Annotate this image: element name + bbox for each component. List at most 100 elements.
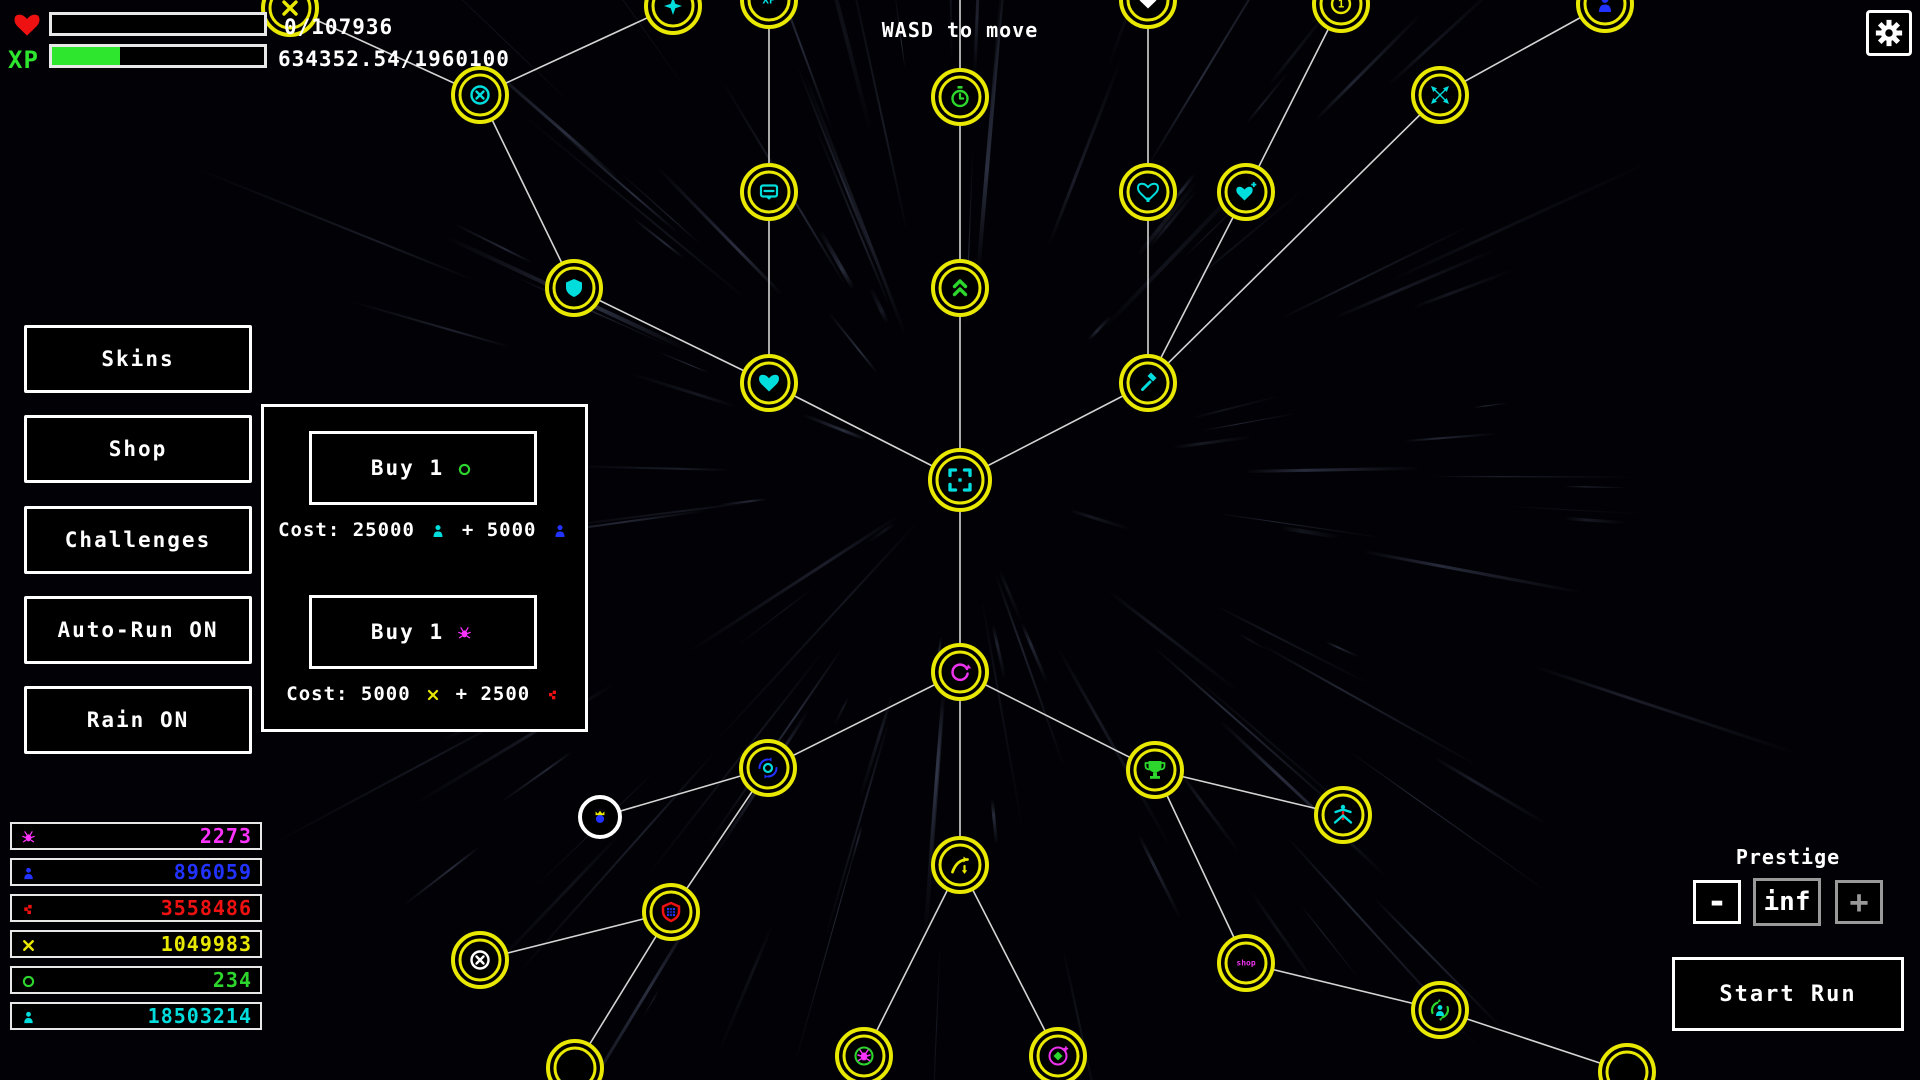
tree-edge [768, 672, 960, 768]
svg-text:1: 1 [1338, 0, 1345, 11]
tree-node-stopwatch[interactable] [933, 70, 987, 124]
menu-button-rain[interactable]: Rain ON [24, 686, 252, 754]
menu-button-shop[interactable]: Shop [24, 415, 252, 483]
prestige-minus-button[interactable]: - [1693, 880, 1741, 924]
tree-node-shieldheart[interactable] [547, 261, 601, 315]
tree-node-branch[interactable] [933, 838, 987, 892]
svg-text:shop: shop [1236, 959, 1255, 968]
blob-red-icon [20, 899, 37, 918]
tree-node-crownbug[interactable] [580, 797, 620, 837]
bug-magenta-icon [456, 620, 473, 644]
buy-1-magenta-button[interactable]: Buy 1 [309, 595, 537, 669]
menu-button-challenges[interactable]: Challenges [24, 506, 252, 574]
currency-value: 18503214 [148, 1004, 252, 1028]
tree-node-shieldgrid[interactable] [644, 885, 698, 939]
tree-node-chevrons[interactable] [933, 261, 987, 315]
tree-node-fourarrows[interactable] [1413, 68, 1467, 122]
currency-value: 3558486 [161, 896, 252, 920]
game-screen: XP1shop WASD to move 0/107936 XP 634352.… [0, 0, 1920, 1080]
xp-icon: XP [762, 0, 776, 7]
svg-text:XP: XP [762, 0, 776, 7]
currency-row: 2273 [10, 822, 262, 850]
currency-value: 234 [213, 968, 252, 992]
shop-popup: Buy 1 Cost: 25000 + 5000 Buy 1 Cost: 500… [261, 404, 588, 732]
tree-node-trophy[interactable] [1128, 743, 1182, 797]
tree-node-heartbroken[interactable] [1121, 165, 1175, 219]
person-cyan-icon [429, 520, 447, 542]
menu-button-skins[interactable]: Skins [24, 325, 252, 393]
tree-node-autorotate[interactable] [933, 645, 987, 699]
tree-node-gemring[interactable] [1031, 1029, 1085, 1080]
tree-edge [769, 383, 960, 480]
person-blue-icon [20, 863, 37, 882]
tree-edge [1440, 1010, 1627, 1072]
tree-edge [960, 672, 1155, 770]
tree-node-hammer[interactable] [1121, 356, 1175, 410]
cost-line-1: Cost: 25000 + 5000 [264, 519, 585, 542]
currency-row: 896059 [10, 858, 262, 886]
tree-node-splits[interactable] [1316, 788, 1370, 842]
tree-node-expand[interactable] [930, 450, 990, 510]
tree-node-visor[interactable] [742, 165, 796, 219]
tree-edge [960, 865, 1058, 1056]
gem-green-icon [20, 971, 37, 990]
currency-value: 2273 [200, 824, 252, 848]
x-yellow-icon [20, 935, 37, 954]
x-yellow-icon [425, 684, 441, 706]
xp-bar-fill [52, 47, 120, 65]
tree-edge [1246, 963, 1440, 1010]
tree-node-bugring[interactable] [837, 1029, 891, 1080]
person-cyan-icon [20, 1007, 37, 1026]
hp-heart-icon [12, 10, 42, 40]
tree-edge [864, 865, 960, 1056]
settings-button[interactable] [1866, 10, 1912, 56]
start-run-button[interactable]: Start Run [1672, 957, 1904, 1031]
cost-text: Cost: 5000 [286, 683, 410, 705]
tree-node-xcircle[interactable] [453, 68, 507, 122]
xp-label: XP [8, 46, 39, 74]
tree-node-plain[interactable] [548, 1041, 602, 1080]
tree-edge [1155, 770, 1246, 963]
xp-value: 634352.54/1960100 [278, 47, 510, 71]
cost-text: Cost: 25000 [278, 519, 415, 541]
shoptext-icon: shop [1236, 959, 1255, 968]
xp-bar [49, 44, 267, 68]
prestige-value: inf [1753, 878, 1821, 926]
tree-edge [1148, 95, 1440, 383]
blob-red-icon [545, 684, 561, 706]
buy-label: Buy 1 [371, 456, 444, 480]
tree-node-heart[interactable] [742, 356, 796, 410]
start-run-label: Start Run [1719, 982, 1856, 1007]
currency-value: 896059 [174, 860, 252, 884]
tree-node-orbit[interactable] [741, 741, 795, 795]
menu-label: Shop [109, 437, 168, 461]
currency-row: 3558486 [10, 894, 262, 922]
menu-label: Rain ON [87, 708, 190, 732]
currency-row: 1049983 [10, 930, 262, 958]
cost-text: + 5000 [462, 519, 537, 541]
cost-line-2: Cost: 5000 + 2500 [264, 683, 585, 706]
cost-text: + 2500 [456, 683, 531, 705]
menu-button-autorun[interactable]: Auto-Run ON [24, 596, 252, 664]
menu-label: Challenges [65, 528, 211, 552]
menu-label: Skins [101, 347, 174, 371]
buy-1-green-button[interactable]: Buy 1 [309, 431, 537, 505]
tree-node-recycleperson[interactable] [1413, 983, 1467, 1037]
tree-edge [574, 288, 769, 383]
tree-edge [480, 95, 574, 288]
gem-green-icon [456, 456, 473, 480]
tree-node-shoptext[interactable]: shop [1219, 936, 1273, 990]
currency-row: 18503214 [10, 1002, 262, 1030]
tree-edge [480, 912, 671, 960]
tree-node-plain[interactable] [1600, 1045, 1654, 1080]
person-blue-icon [551, 520, 569, 542]
prestige-plus-button[interactable]: + [1835, 880, 1883, 924]
tree-node-heartplus[interactable] [1219, 165, 1273, 219]
gear-icon [1874, 18, 1904, 48]
hp-bar [49, 12, 267, 36]
tree-edge [1148, 192, 1246, 383]
tree-node-xcircle[interactable] [453, 933, 507, 987]
currency-value: 1049983 [161, 932, 252, 956]
prestige-title: Prestige [1672, 845, 1904, 869]
buy-label: Buy 1 [371, 620, 444, 644]
